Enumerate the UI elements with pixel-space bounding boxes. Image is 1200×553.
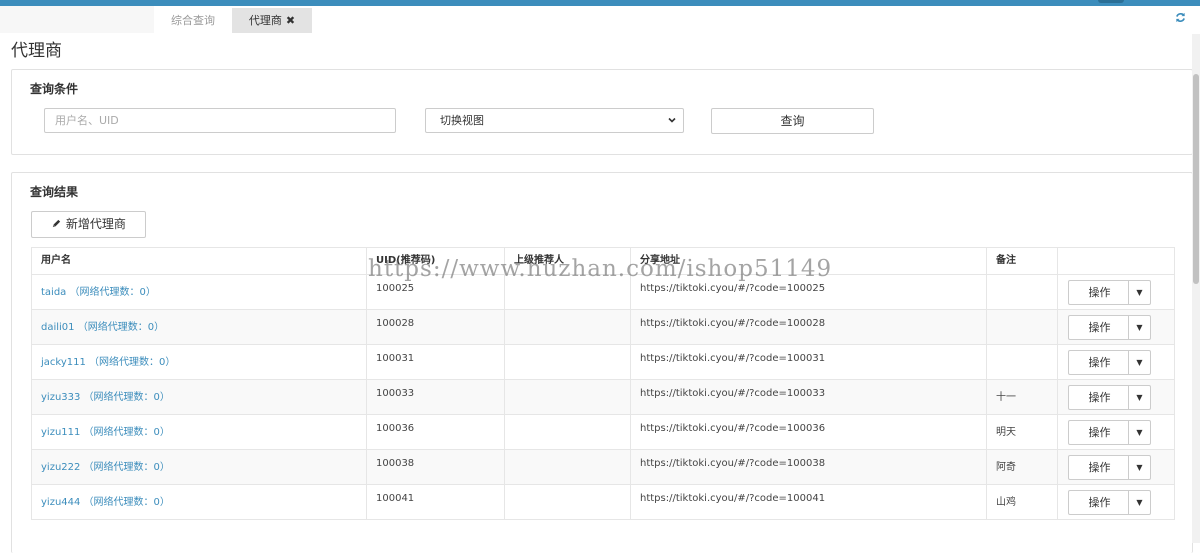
operation-button[interactable]: 操作 — [1069, 316, 1130, 339]
page-title: 代理商 — [11, 41, 62, 61]
username-link[interactable]: yizu222 （网络代理数：0） — [41, 462, 170, 473]
chevron-down-icon — [667, 109, 677, 141]
referrer-cell — [504, 449, 631, 485]
query-conditions-panel: 查询条件 切换视图 查询 — [11, 69, 1193, 155]
uid-cell: 100036 — [366, 414, 505, 450]
remark-cell — [986, 274, 1058, 310]
share-url-cell: https://tiktoki.cyou/#/?code=100031 — [630, 344, 987, 380]
watermark-text: https://www.huzhan.com/ishop51149 — [368, 256, 833, 282]
caret-down-icon[interactable]: ▼ — [1128, 386, 1150, 409]
referrer-cell — [504, 484, 631, 520]
caret-down-icon[interactable]: ▼ — [1128, 281, 1150, 304]
username-link[interactable]: jacky111 （网络代理数：0） — [41, 357, 175, 368]
view-select-value: 切换视图 — [440, 114, 484, 127]
page-scrollbar[interactable] — [1192, 34, 1200, 543]
operation-button[interactable]: 操作 — [1069, 386, 1130, 409]
remark-cell: 明天 — [986, 414, 1058, 450]
table-row: yizu222 （网络代理数：0） 100038 https://tiktoki… — [31, 449, 1175, 485]
view-select[interactable]: 切换视图 — [425, 108, 684, 133]
remark-cell: 山鸡 — [986, 484, 1058, 520]
share-url-cell: https://tiktoki.cyou/#/?code=100038 — [630, 449, 987, 485]
uid-cell: 100041 — [366, 484, 505, 520]
table-row: yizu111 （网络代理数：0） 100036 https://tiktoki… — [31, 414, 1175, 450]
close-icon[interactable]: ✖ — [286, 14, 295, 27]
table-row: jacky111 （网络代理数：0） 100031 https://tiktok… — [31, 344, 1175, 380]
tab-bar-blank — [0, 6, 154, 33]
panel-title: 查询条件 — [30, 82, 79, 96]
operation-button-group: 操作 ▼ — [1068, 280, 1151, 305]
refresh-icon[interactable] — [1175, 12, 1186, 27]
operation-button[interactable]: 操作 — [1069, 491, 1130, 514]
add-agent-button[interactable]: 新增代理商 — [31, 211, 146, 238]
uid-cell: 100031 — [366, 344, 505, 380]
table-row: daili01 （网络代理数：0） 100028 https://tiktoki… — [31, 309, 1175, 345]
referrer-cell — [504, 379, 631, 415]
column-header — [1057, 247, 1175, 275]
operation-button[interactable]: 操作 — [1069, 456, 1130, 479]
scrollbar-thumb[interactable] — [1193, 74, 1199, 284]
caret-down-icon[interactable]: ▼ — [1128, 456, 1150, 479]
column-header[interactable]: 备注 — [986, 247, 1058, 275]
pencil-icon — [51, 217, 66, 231]
table-row: yizu333 （网络代理数：0） 100033 https://tiktoki… — [31, 379, 1175, 415]
tab-label: 综合查询 — [171, 14, 215, 27]
caret-down-icon[interactable]: ▼ — [1128, 421, 1150, 444]
column-header[interactable]: 用户名 — [31, 247, 367, 275]
navbar-button[interactable] — [1098, 0, 1124, 3]
tab-label: 代理商 — [248, 14, 282, 27]
referrer-cell — [504, 414, 631, 450]
tab-general-query[interactable]: 综合查询 — [155, 8, 231, 33]
caret-down-icon[interactable]: ▼ — [1128, 316, 1150, 339]
search-input[interactable] — [44, 108, 396, 133]
operation-button[interactable]: 操作 — [1069, 281, 1130, 304]
operation-button[interactable]: 操作 — [1069, 351, 1130, 374]
remark-cell — [986, 344, 1058, 380]
tab-bar: 综合查询 代理商 ✖ — [0, 6, 1200, 34]
uid-cell: 100028 — [366, 309, 505, 345]
tab-agents[interactable]: 代理商 ✖ — [232, 8, 312, 33]
operation-button[interactable]: 操作 — [1069, 421, 1130, 444]
remark-cell: 阿奇 — [986, 449, 1058, 485]
table-row: yizu444 （网络代理数：0） 100041 https://tiktoki… — [31, 484, 1175, 520]
username-link[interactable]: yizu333 （网络代理数：0） — [41, 392, 170, 403]
username-link[interactable]: yizu444 （网络代理数：0） — [41, 497, 170, 508]
panel-title: 查询结果 — [30, 185, 79, 199]
username-link[interactable]: yizu111 （网络代理数：0） — [41, 427, 170, 438]
query-results-panel: 查询结果 新增代理商 用户名 UID(推荐码) 上级推荐人 分享地址 备注 ta… — [11, 172, 1193, 553]
share-url-cell: https://tiktoki.cyou/#/?code=100028 — [630, 309, 987, 345]
username-link[interactable]: taida （网络代理数：0） — [41, 287, 156, 298]
remark-cell — [986, 309, 1058, 345]
operation-button-group: 操作 ▼ — [1068, 455, 1151, 480]
query-button[interactable]: 查询 — [711, 108, 874, 134]
operation-button-group: 操作 ▼ — [1068, 490, 1151, 515]
username-link[interactable]: daili01 （网络代理数：0） — [41, 322, 164, 333]
caret-down-icon[interactable]: ▼ — [1128, 351, 1150, 374]
share-url-cell: https://tiktoki.cyou/#/?code=100033 — [630, 379, 987, 415]
operation-button-group: 操作 ▼ — [1068, 315, 1151, 340]
caret-down-icon[interactable]: ▼ — [1128, 491, 1150, 514]
uid-cell: 100033 — [366, 379, 505, 415]
uid-cell: 100038 — [366, 449, 505, 485]
referrer-cell — [504, 309, 631, 345]
share-url-cell: https://tiktoki.cyou/#/?code=100036 — [630, 414, 987, 450]
share-url-cell: https://tiktoki.cyou/#/?code=100041 — [630, 484, 987, 520]
operation-button-group: 操作 ▼ — [1068, 420, 1151, 445]
agents-table: 用户名 UID(推荐码) 上级推荐人 分享地址 备注 taida （网络代理数：… — [31, 247, 1175, 520]
add-agent-label: 新增代理商 — [65, 217, 126, 231]
referrer-cell — [504, 344, 631, 380]
operation-button-group: 操作 ▼ — [1068, 350, 1151, 375]
operation-button-group: 操作 ▼ — [1068, 385, 1151, 410]
remark-cell: 十一 — [986, 379, 1058, 415]
